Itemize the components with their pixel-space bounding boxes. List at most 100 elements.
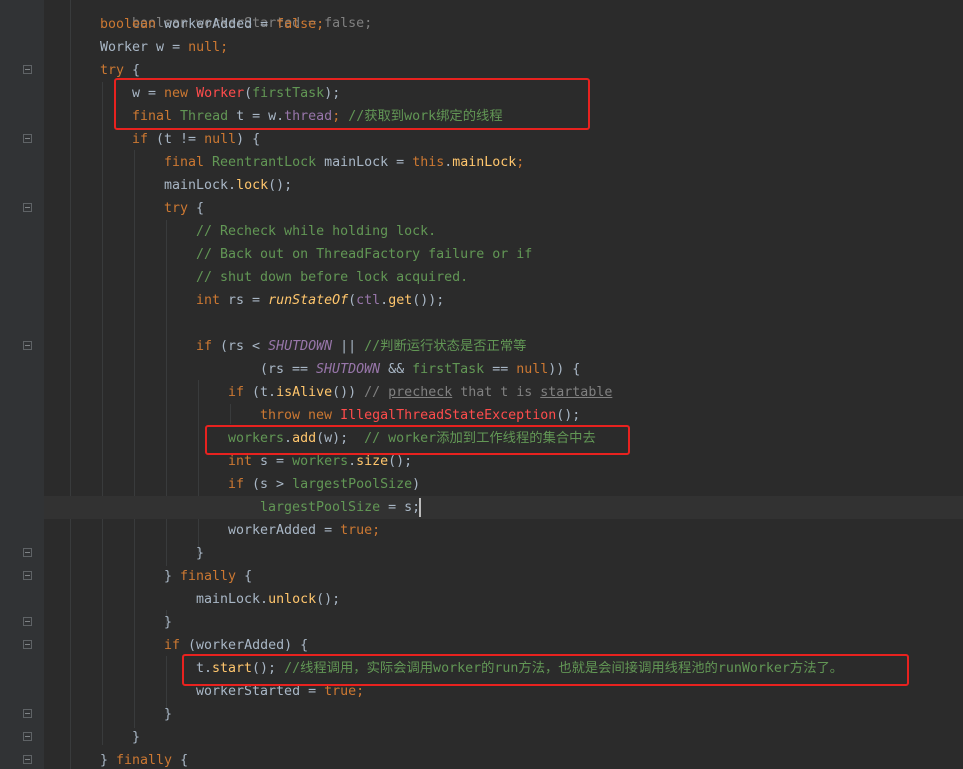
code-token: null	[204, 132, 237, 147]
code-line[interactable]: }	[132, 726, 140, 749]
code-line[interactable]: mainLock.lock();	[164, 174, 292, 197]
highlight-box-workers-add	[205, 425, 630, 455]
code-token: try	[164, 201, 189, 216]
code-token: if	[164, 638, 189, 653]
code-line[interactable]: }	[164, 703, 172, 726]
code-line[interactable]: try {	[164, 197, 204, 220]
code-comment: // Recheck while holding lock.	[196, 224, 437, 239]
code-token: =	[300, 684, 325, 699]
code-token: finally	[116, 753, 173, 768]
code-line[interactable]: if (rs < SHUTDOWN || //判断运行状态是否正常等	[196, 335, 526, 358]
code-line[interactable]: largestPoolSize = s;	[260, 496, 420, 519]
code-line[interactable]: mainLock.unlock();	[196, 588, 340, 611]
code-line[interactable]: }	[196, 542, 204, 565]
code-token: mainLock	[452, 155, 517, 170]
code-token: IllegalThreadStateException	[340, 408, 557, 423]
fold-marker-icon[interactable]	[23, 134, 32, 143]
fold-marker-icon[interactable]	[23, 548, 32, 557]
code-line[interactable]: (rs == SHUTDOWN && firstTask == null)) {	[260, 358, 580, 381]
code-editor[interactable]: boolean workerStarted = false; boolean w…	[0, 0, 963, 769]
code-token: )	[412, 477, 421, 492]
code-token: firstTask	[412, 362, 485, 377]
fold-marker-icon[interactable]	[23, 203, 32, 212]
code-token: throw new	[260, 408, 341, 423]
code-token: ;	[356, 684, 365, 699]
code-line[interactable]: throw new IllegalThreadStateException();	[260, 404, 580, 427]
fold-marker-icon[interactable]	[23, 65, 32, 74]
code-token: null	[188, 40, 221, 55]
fold-marker-icon[interactable]	[23, 755, 32, 764]
code-token: if	[228, 477, 253, 492]
code-line[interactable]: } finally {	[100, 749, 188, 769]
fold-marker-icon[interactable]	[23, 341, 32, 350]
code-token: ctl	[356, 293, 381, 308]
code-token: if	[228, 385, 253, 400]
code-token: s =	[260, 454, 293, 469]
code-line[interactable]: final ReentrantLock mainLock = this.main…	[164, 151, 524, 174]
code-token: isAlive	[276, 385, 333, 400]
code-token: ) {	[236, 132, 261, 147]
code-comment: startable	[540, 385, 613, 400]
code-token: (	[348, 293, 357, 308]
code-token: get	[388, 293, 413, 308]
code-token: {	[172, 753, 189, 768]
code-token: mainLock.	[164, 178, 237, 193]
code-token: int	[196, 293, 229, 308]
code-token: unlock	[268, 592, 317, 607]
code-token: ())	[332, 385, 365, 400]
code-token: (t !=	[156, 132, 205, 147]
fold-marker-icon[interactable]	[23, 640, 32, 649]
code-line[interactable]: } finally {	[164, 565, 252, 588]
indent-guide	[70, 0, 71, 769]
code-line[interactable]: workerAdded = true;	[228, 519, 380, 542]
fold-marker-icon[interactable]	[23, 571, 32, 580]
code-comment: //	[364, 385, 389, 400]
code-token: ();	[556, 408, 581, 423]
code-token: }	[164, 707, 173, 722]
code-line[interactable]: // shut down before lock acquired.	[196, 266, 468, 289]
code-token: = s;	[380, 500, 421, 515]
code-token: runStateOf	[268, 293, 349, 308]
code-token: mainLock.	[196, 592, 269, 607]
code-token: largestPoolSize	[260, 500, 381, 515]
code-line[interactable]: if (s > largestPoolSize)	[228, 473, 420, 496]
code-token: (workerAdded) {	[188, 638, 309, 653]
code-line[interactable]: boolean workerAdded = false;	[100, 13, 324, 36]
code-line[interactable]: }	[164, 611, 172, 634]
code-line[interactable]: int rs = runStateOf(ctl.get());	[196, 289, 444, 312]
current-line-highlight	[44, 496, 963, 519]
highlight-box-thread-start	[182, 654, 909, 686]
fold-marker-icon[interactable]	[23, 617, 32, 626]
code-token: ;	[516, 155, 525, 170]
code-token: }	[164, 569, 181, 584]
code-token: .	[380, 293, 389, 308]
code-token: (s >	[252, 477, 293, 492]
code-token: null	[516, 362, 549, 377]
code-comment: //判断运行状态是否正常等	[364, 339, 527, 354]
code-line[interactable]: boolean workerStarted = false;	[100, 0, 372, 31]
indent-guide	[134, 150, 135, 728]
code-token: }	[196, 546, 205, 561]
code-token: workerAdded =	[156, 17, 277, 32]
code-line[interactable]: // Back out on ThreadFactory failure or …	[196, 243, 532, 266]
code-token: &&	[380, 362, 413, 377]
code-line[interactable]: Worker w = null;	[100, 36, 228, 59]
fold-marker-icon[interactable]	[23, 732, 32, 741]
text-caret	[419, 498, 421, 517]
fold-marker-icon[interactable]	[23, 709, 32, 718]
code-token: )) {	[548, 362, 581, 377]
code-line[interactable]: if (t.isAlive()) // precheck that t is s…	[228, 381, 612, 404]
code-token: boolean	[100, 17, 157, 32]
editor-gutter	[0, 0, 44, 769]
code-token: ();	[268, 178, 293, 193]
code-token: lock	[236, 178, 269, 193]
code-token: Worker	[100, 40, 149, 55]
code-token: .	[348, 454, 357, 469]
code-line[interactable]: if (t != null) {	[132, 128, 260, 151]
code-token: workerStarted	[196, 684, 301, 699]
code-token: (rs ==	[260, 362, 317, 377]
code-token: if	[196, 339, 221, 354]
code-token: rs =	[228, 293, 269, 308]
indent-guide	[102, 82, 103, 745]
code-line[interactable]: // Recheck while holding lock.	[196, 220, 436, 243]
